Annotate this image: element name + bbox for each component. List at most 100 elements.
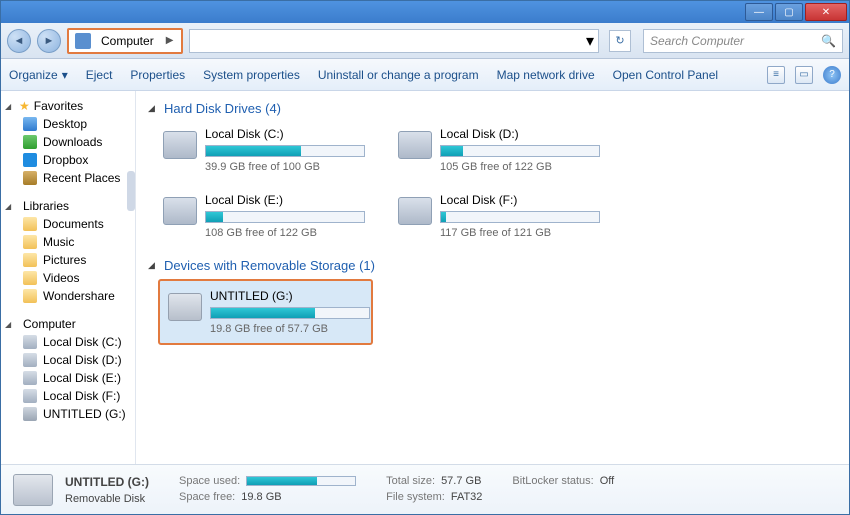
sidebar-item-documents[interactable]: Documents	[1, 215, 135, 233]
drive-icon	[23, 389, 37, 403]
drive-name: Local Disk (C:)	[205, 127, 368, 141]
body: ◢ ★ Favorites Desktop Downloads Dropbox …	[1, 91, 849, 464]
drive-d[interactable]: Local Disk (D:) 105 GB free of 122 GB	[393, 122, 608, 178]
removable-icon	[23, 407, 37, 421]
address-bar-extension[interactable]: ▾	[189, 29, 599, 53]
help-icon[interactable]: ?	[823, 66, 841, 84]
preview-pane-icon[interactable]: ▭	[795, 66, 813, 84]
desktop-icon	[23, 117, 37, 131]
search-icon[interactable]: 🔍	[821, 34, 836, 48]
drive-name: Local Disk (D:)	[440, 127, 603, 141]
hdd-icon	[163, 197, 197, 225]
sidebar-item-drive-f[interactable]: Local Disk (F:)	[1, 387, 135, 405]
drive-f[interactable]: Local Disk (F:) 117 GB free of 121 GB	[393, 188, 608, 244]
drive-e[interactable]: Local Disk (E:) 108 GB free of 122 GB	[158, 188, 373, 244]
file-system-label: File system:	[386, 491, 445, 503]
details-pane: UNTITLED (G:) Removable Disk Space used:…	[1, 464, 849, 514]
hdd-group-header[interactable]: ◢ Hard Disk Drives (4)	[148, 101, 837, 116]
sidebar-item-videos[interactable]: Videos	[1, 269, 135, 287]
total-size-value: 57.7 GB	[441, 475, 481, 487]
drive-info: Local Disk (C:) 39.9 GB free of 100 GB	[205, 127, 368, 173]
collapse-icon: ◢	[148, 103, 158, 114]
hdd-icon	[163, 131, 197, 159]
sidebar-item-drive-e[interactable]: Local Disk (E:)	[1, 369, 135, 387]
space-free-label: Space free:	[179, 491, 235, 503]
libraries-label: Libraries	[23, 199, 69, 213]
sidebar-libraries-header[interactable]: ◢ Libraries	[1, 197, 135, 215]
details-type: Removable Disk	[65, 493, 145, 505]
drive-free-text: 117 GB free of 121 GB	[440, 227, 603, 239]
folder-icon	[23, 253, 37, 267]
sidebar-item-pictures[interactable]: Pictures	[1, 251, 135, 269]
minimize-button[interactable]: —	[745, 3, 773, 21]
hdd-list: Local Disk (C:) 39.9 GB free of 100 GB L…	[158, 122, 837, 244]
removable-group-header[interactable]: ◢ Devices with Removable Storage (1)	[148, 258, 837, 273]
drive-g-selected[interactable]: UNTITLED (G:) 19.8 GB free of 57.7 GB	[158, 279, 373, 345]
breadcrumb-arrow-icon[interactable]: ▶	[160, 35, 180, 46]
star-icon: ★	[19, 99, 30, 113]
system-properties-button[interactable]: System properties	[203, 68, 300, 82]
refresh-button[interactable]: ↻	[609, 30, 631, 52]
view-options-icon[interactable]: ≡	[767, 66, 785, 84]
sidebar-item-desktop[interactable]: Desktop	[1, 115, 135, 133]
sidebar-item-label: Local Disk (F:)	[43, 389, 120, 403]
details-name: UNTITLED (G:)	[65, 475, 149, 489]
drive-name: UNTITLED (G:)	[210, 289, 370, 303]
properties-button[interactable]: Properties	[130, 68, 185, 82]
computer-label: Computer	[23, 317, 76, 331]
sidebar-scrollbar[interactable]	[127, 171, 135, 211]
sidebar-item-recent[interactable]: Recent Places	[1, 169, 135, 187]
sidebar-item-dropbox[interactable]: Dropbox	[1, 151, 135, 169]
bitlocker-label: BitLocker status:	[512, 475, 593, 487]
close-button[interactable]: ✕	[805, 3, 847, 21]
sidebar-computer-header[interactable]: ◢ Computer	[1, 315, 135, 333]
navigation-pane: ◢ ★ Favorites Desktop Downloads Dropbox …	[1, 91, 136, 464]
nav-back-button[interactable]: ◄	[7, 29, 31, 53]
sidebar-item-drive-g[interactable]: UNTITLED (G:)	[1, 405, 135, 423]
sidebar-favorites-header[interactable]: ◢ ★ Favorites	[1, 97, 135, 115]
sidebar-item-wondershare[interactable]: Wondershare	[1, 287, 135, 305]
computer-icon	[75, 33, 91, 49]
recent-icon	[23, 171, 37, 185]
map-drive-button[interactable]: Map network drive	[497, 68, 595, 82]
usage-bar	[205, 145, 365, 157]
file-system-value: FAT32	[451, 491, 483, 503]
sidebar-item-label: Local Disk (D:)	[43, 353, 122, 367]
eject-button[interactable]: Eject	[86, 68, 113, 82]
dropbox-icon	[23, 153, 37, 167]
drive-name: Local Disk (E:)	[205, 193, 368, 207]
address-dropdown-icon[interactable]: ▾	[586, 31, 594, 51]
sidebar-item-label: Local Disk (E:)	[43, 371, 121, 385]
collapse-icon: ◢	[5, 202, 15, 211]
organize-label: Organize	[9, 68, 58, 82]
uninstall-button[interactable]: Uninstall or change a program	[318, 68, 479, 82]
drive-info: Local Disk (E:) 108 GB free of 122 GB	[205, 193, 368, 239]
space-used-label: Space used:	[179, 475, 240, 487]
drive-c[interactable]: Local Disk (C:) 39.9 GB free of 100 GB	[158, 122, 373, 178]
drive-icon	[23, 371, 37, 385]
sidebar-item-music[interactable]: Music	[1, 233, 135, 251]
search-input[interactable]: Search Computer 🔍	[643, 29, 843, 53]
usage-fill	[206, 212, 223, 222]
maximize-button[interactable]: ▢	[775, 3, 803, 21]
collapse-icon: ◢	[148, 260, 158, 271]
drive-free-text: 108 GB free of 122 GB	[205, 227, 368, 239]
details-usage-bar	[246, 476, 356, 486]
sidebar-item-drive-c[interactable]: Local Disk (C:)	[1, 333, 135, 351]
folder-icon	[23, 217, 37, 231]
control-panel-button[interactable]: Open Control Panel	[613, 68, 718, 82]
sidebar-item-downloads[interactable]: Downloads	[1, 133, 135, 151]
sidebar-libraries-group: ◢ Libraries Documents Music Pictures Vid…	[1, 197, 135, 305]
sidebar-item-label: Recent Places	[43, 171, 120, 185]
usage-fill	[211, 308, 315, 318]
drive-free-text: 19.8 GB free of 57.7 GB	[210, 323, 370, 335]
hdd-icon	[398, 131, 432, 159]
nav-forward-button[interactable]: ►	[37, 29, 61, 53]
organize-button[interactable]: Organize ▾	[9, 68, 68, 82]
address-bar-highlighted[interactable]: Computer ▶	[67, 28, 183, 54]
sidebar-item-drive-d[interactable]: Local Disk (D:)	[1, 351, 135, 369]
content-pane: ◢ Hard Disk Drives (4) Local Disk (C:) 3…	[136, 91, 849, 464]
removable-list: UNTITLED (G:) 19.8 GB free of 57.7 GB	[158, 279, 837, 345]
collapse-icon: ◢	[5, 320, 15, 329]
drive-icon	[23, 353, 37, 367]
